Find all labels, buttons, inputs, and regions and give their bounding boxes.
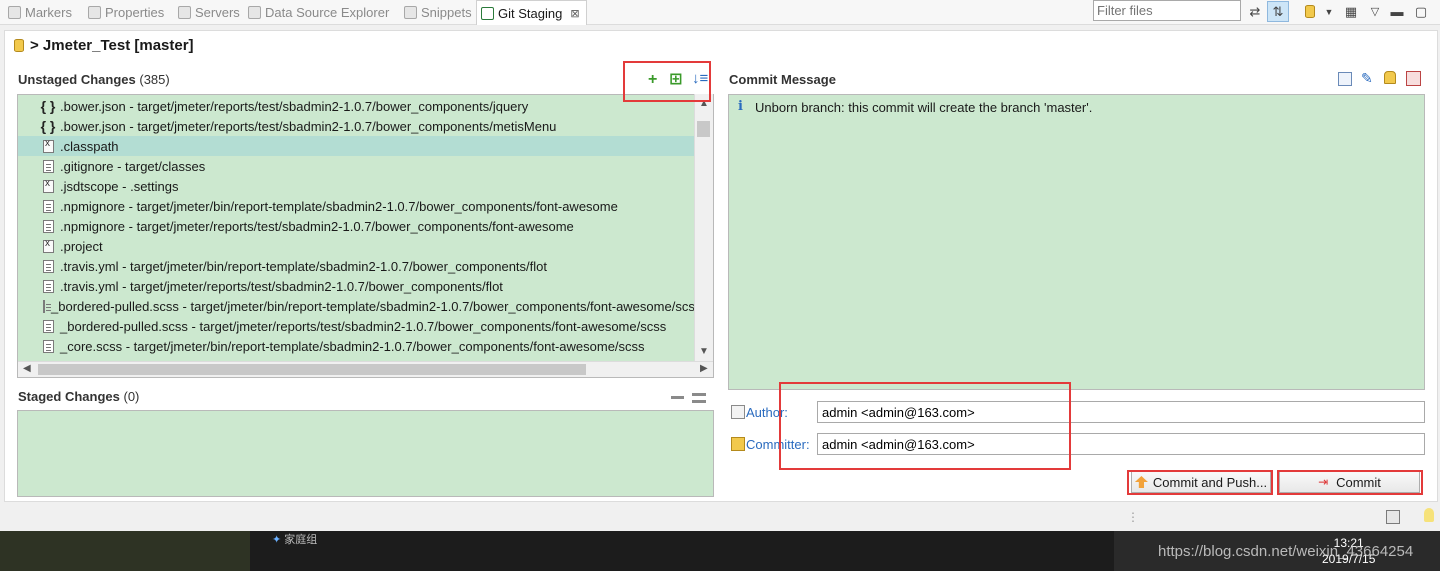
text-file-icon [43,259,54,273]
close-tab-icon[interactable]: ⊠ [570,7,579,20]
unstaged-changes-title: Unstaged Changes (385) [18,72,170,87]
tab-git-staging[interactable]: Git Staging ⊠ [476,0,587,25]
list-item[interactable]: .project [18,236,694,256]
text-file-icon [43,339,54,353]
committer-icon [731,437,745,451]
list-item[interactable]: .travis.yml - target/jmeter/bin/report-t… [18,256,694,276]
tab-data-source-explorer[interactable]: Data Source Explorer [248,0,389,24]
author-icon [731,405,745,419]
notifications-icon[interactable] [1386,510,1400,524]
maximize-icon[interactable]: ▢ [1410,1,1432,22]
scroll-down-icon[interactable]: ▼ [699,346,709,357]
text-file-icon [43,319,54,333]
lock-icon[interactable] [1384,71,1396,84]
list-item[interactable]: _core.scss - target/jmeter/bin/report-te… [18,336,694,356]
minimize-icon[interactable]: ▬ [1386,1,1408,22]
xml-file-icon [43,178,54,193]
json-file-icon: { } [40,118,56,134]
highlight-commit-and-push [1127,470,1273,495]
highlight-add-to-index [623,61,711,102]
info-icon: i [738,99,743,114]
tab-markers[interactable]: Markers [8,0,72,24]
tab-snippets[interactable]: Snippets [404,0,472,24]
tip-lightbulb-icon[interactable] [1424,508,1434,522]
commit-message-area[interactable] [728,94,1425,390]
highlight-author-committer [779,382,1071,470]
text-file-icon [43,159,54,173]
repository-header: > Jmeter_Test [master] [14,35,194,55]
homegroup-icon: ✦ [272,534,282,546]
text-file-icon [43,299,51,313]
list-item[interactable]: .travis.yml - target/jmeter/reports/test… [18,276,694,296]
status-separator: ⋮ [1127,510,1139,524]
tab-servers[interactable]: Servers [178,0,240,24]
staged-file-list[interactable] [17,410,714,497]
datasource-icon [248,5,261,19]
homegroup-item[interactable]: ✦ 家庭组 [272,531,317,547]
push-branch-icon[interactable]: ⇄ [1244,1,1266,22]
repository-dropdown-icon[interactable]: ▼ [1318,1,1340,22]
desktop-background [0,531,250,571]
staged-changes-title: Staged Changes (0) [18,389,140,404]
scroll-left-icon[interactable]: ◀ [23,363,31,374]
repository-title: > Jmeter_Test [master] [30,36,194,54]
scroll-right-icon[interactable]: ▶ [700,363,708,374]
horizontal-scroll-thumb[interactable] [38,364,586,375]
status-bar [0,505,1440,531]
xml-file-icon [43,138,54,153]
view-menu-icon[interactable]: ▽ [1364,1,1386,22]
commit-message-title: Commit Message [729,72,836,87]
filter-files-input[interactable] [1093,0,1241,21]
sign-off-icon[interactable] [1406,71,1421,86]
staged-count: (0) [123,389,140,404]
git-staging-icon [481,6,494,20]
list-item[interactable]: _bordered-pulled.scss - target/jmeter/re… [18,316,694,336]
remove-from-index-icon[interactable] [671,396,684,399]
list-item-selected[interactable]: .classpath [18,136,694,156]
show-diff-icon[interactable] [1338,72,1352,86]
markers-icon [8,5,21,19]
watermark-text: https://blog.csdn.net/weixin_43664254 [1158,543,1414,560]
text-file-icon [43,219,54,233]
text-file-icon [43,199,54,213]
servers-icon [178,5,191,19]
list-item[interactable]: _bordered-pulled.scss - target/jmeter/bi… [18,296,694,316]
edit-message-icon[interactable]: ✎ [1361,70,1373,87]
tab-properties[interactable]: Properties [88,0,164,24]
compare-mode-icon[interactable]: ⇅ [1267,1,1289,22]
text-file-icon [43,279,54,293]
json-file-icon: { } [40,98,56,114]
list-item[interactable]: .jsdtscope - .settings [18,176,694,196]
properties-icon [88,5,101,19]
snippets-icon [404,5,417,19]
unstaged-count: (385) [139,72,170,87]
list-item[interactable]: .gitignore - target/classes [18,156,694,176]
presentation-icon[interactable]: ▦ [1340,1,1362,22]
list-item[interactable]: { } .bower.json - target/jmeter/reports/… [18,96,694,116]
unborn-branch-info: Unborn branch: this commit will create t… [755,100,1093,115]
unstaged-file-list[interactable]: { } .bower.json - target/jmeter/reports/… [17,94,714,378]
vertical-scroll-thumb[interactable] [697,121,710,137]
highlight-commit [1277,470,1423,495]
remove-all-from-index-icon[interactable] [692,393,706,403]
list-item[interactable]: { } .bower.json - target/jmeter/reports/… [18,116,694,136]
xml-file-icon [43,238,54,253]
list-item[interactable]: .npmignore - target/jmeter/bin/report-te… [18,196,694,216]
list-item[interactable]: .npmignore - target/jmeter/reports/test/… [18,216,694,236]
repository-icon [14,38,24,52]
